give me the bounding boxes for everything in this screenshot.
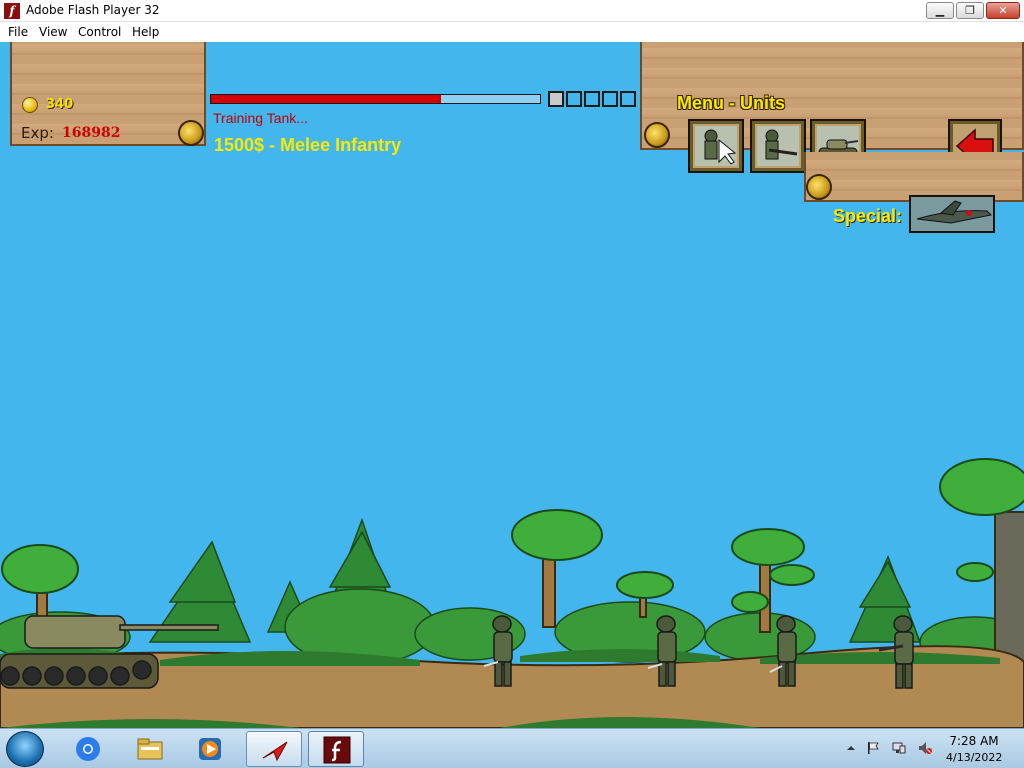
taskbar-flash-player[interactable]	[308, 731, 364, 767]
media-player-icon	[199, 738, 221, 760]
taskbar-flash-app[interactable]	[246, 731, 302, 767]
exp-value: 168982	[62, 125, 121, 141]
volume-muted-icon[interactable]	[918, 741, 932, 755]
queue-slot	[566, 91, 582, 107]
action-center-flag-icon[interactable]	[866, 741, 880, 755]
title-bar[interactable]: f Adobe Flash Player 32 ▁ ❐ ✕	[0, 0, 1024, 22]
taskbar: 7:28 AM 4/13/2022	[0, 728, 1024, 768]
training-status: Training Tank...	[213, 110, 308, 126]
network-icon[interactable]	[892, 741, 906, 755]
queue-slot	[602, 91, 618, 107]
gold-amount: 340	[46, 97, 74, 112]
minimize-button[interactable]: ▁	[926, 2, 954, 19]
close-button[interactable]: ✕	[986, 2, 1020, 19]
start-button[interactable]	[6, 731, 44, 767]
show-hidden-icons-icon[interactable]	[844, 741, 858, 755]
clock-date[interactable]: 4/13/2022	[946, 751, 1002, 764]
menu-bar: File View Control Help	[0, 22, 1024, 42]
gold-ornament-icon	[806, 174, 832, 200]
queue-slot	[620, 91, 636, 107]
training-progress-fill	[211, 95, 442, 103]
chrome-icon	[76, 737, 100, 761]
exp-label: Exp:	[21, 124, 54, 142]
flash-app-icon	[262, 741, 288, 762]
taskbar-chrome[interactable]	[60, 731, 116, 767]
menu-file[interactable]: File	[8, 25, 28, 39]
menu-view[interactable]: View	[39, 25, 67, 39]
special-airstrike-button[interactable]	[909, 195, 995, 233]
gold-ornament-icon	[178, 120, 204, 146]
file-explorer-icon	[137, 738, 163, 760]
soldier-with-cursor-icon	[695, 126, 737, 166]
maximize-button[interactable]: ❐	[956, 2, 984, 19]
queue-slot	[584, 91, 600, 107]
menu-title: Menu - Units	[677, 93, 785, 113]
gold-ornament-icon	[644, 122, 670, 148]
unit-price-info: 1500$ - Melee Infantry	[214, 135, 402, 155]
flash-player-window: f Adobe Flash Player 32 ▁ ❐ ✕ File View …	[0, 0, 1024, 768]
window-title: Adobe Flash Player 32	[26, 3, 160, 17]
taskbar-file-explorer[interactable]	[122, 731, 178, 767]
unit-button-rifle-infantry[interactable]	[750, 119, 806, 173]
menu-help[interactable]: Help	[132, 25, 159, 39]
unit-button-melee-infantry[interactable]	[688, 119, 744, 173]
flash-app-icon: f	[4, 3, 20, 19]
flash-player-icon	[323, 736, 351, 764]
taskbar-media-player[interactable]	[182, 731, 238, 767]
special-label: Special:	[833, 206, 903, 226]
gold-coin-icon	[22, 97, 38, 113]
clock-time[interactable]: 7:28 AM	[946, 734, 1002, 748]
game-canvas[interactable]: 340 Exp: 168982 Training Tank... 1500$ -…	[0, 42, 1024, 728]
queue-slot	[548, 91, 564, 107]
rifleman-icon	[757, 126, 799, 166]
airstrike-plane-icon	[911, 197, 993, 231]
training-progress-bar	[210, 94, 541, 104]
menu-control[interactable]: Control	[78, 25, 121, 39]
